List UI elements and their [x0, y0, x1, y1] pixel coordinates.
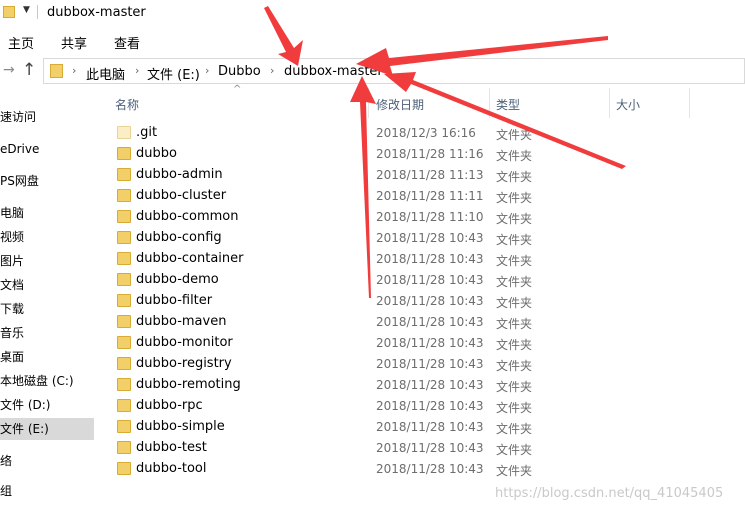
annotation-arrow	[350, 76, 376, 298]
annotation-arrow	[384, 72, 626, 169]
annotation-arrow	[264, 6, 303, 66]
annotation-arrows	[264, 6, 626, 298]
annotation-arrow	[356, 36, 608, 76]
